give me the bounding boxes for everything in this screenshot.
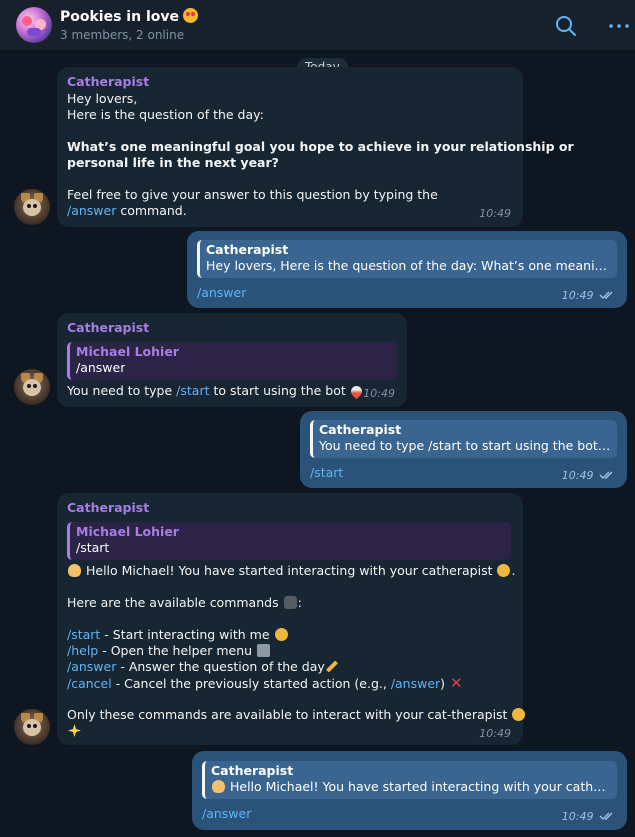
reply-quote[interactable]: Catherapist You need to type /start to s… <box>310 420 617 458</box>
search-icon[interactable] <box>554 14 578 38</box>
quote-sender-name: Catherapist <box>206 242 289 257</box>
message-bubble-incoming[interactable]: Catherapist Michael Lohier /start Hello … <box>57 493 526 745</box>
cross-mark-icon: ✕ <box>450 674 463 692</box>
message-bubble-incoming[interactable]: Catherapist Hey lovers, Here is the ques… <box>57 67 574 227</box>
sender-name[interactable]: Catherapist <box>67 500 149 516</box>
quote-text: /start <box>76 540 110 555</box>
message-text <box>67 723 82 739</box>
group-title-text: Pookies in love <box>60 9 179 25</box>
command-item: /answer - Answer the question of the day <box>67 659 338 675</box>
message-time: 10:49 <box>479 207 511 220</box>
quote-sender-name: Catherapist <box>211 763 294 778</box>
double-check-icon <box>599 291 613 299</box>
commands-intro-text: Here are the available commands : <box>67 595 302 610</box>
bot-avatar[interactable] <box>14 189 50 225</box>
message-bubble-outgoing[interactable]: Catherapist You need to type /start to s… <box>300 411 627 488</box>
message-time: 10:49 <box>363 387 395 400</box>
message-text: Feel free to give your answer to this qu… <box>67 187 438 202</box>
command-link[interactable]: /answer <box>391 676 440 691</box>
footer-text: Only these commands are available to int… <box>67 707 526 723</box>
command-link[interactable]: /start <box>67 627 100 642</box>
message-text-bold: What’s one meaningful goal you hope to a… <box>67 139 574 154</box>
sparkles-icon <box>68 724 81 737</box>
quote-sender-name: Michael Lohier <box>76 344 179 359</box>
double-check-icon <box>599 812 613 820</box>
cat-face-icon <box>497 564 511 577</box>
sender-name[interactable]: Catherapist <box>67 74 149 90</box>
reply-quote[interactable]: Catherapist Hello Michael! You have star… <box>202 761 617 799</box>
message-bubble-incoming[interactable]: Catherapist Michael Lohier /answer You n… <box>57 313 407 407</box>
message-time: 10:49 <box>562 288 615 304</box>
quote-text: Hello Michael! You have started interact… <box>211 779 611 795</box>
smiling-cat-icon <box>274 628 288 641</box>
bot-avatar[interactable] <box>14 709 50 745</box>
command-item: /start - Start interacting with me <box>67 627 289 643</box>
plug-icon <box>283 596 297 609</box>
waving-hand-icon <box>68 564 81 577</box>
message-time: 10:49 <box>479 727 511 740</box>
quote-text: Hey lovers, Here is the question of the … <box>206 258 611 273</box>
quote-text: /answer <box>76 360 126 375</box>
group-avatar[interactable] <box>16 7 52 43</box>
reply-quote[interactable]: Michael Lohier /start <box>67 522 511 560</box>
message-time: 10:49 <box>562 468 615 484</box>
quote-sender-name: Michael Lohier <box>76 524 179 539</box>
tools-icon <box>257 644 271 657</box>
reply-quote[interactable]: Catherapist Hey lovers, Here is the ques… <box>197 240 617 278</box>
command-link[interactable]: /start <box>176 383 209 398</box>
message-text: Here is the question of the day: <box>67 107 264 122</box>
message-text: /answer command. <box>67 203 187 218</box>
double-check-icon <box>599 471 613 479</box>
message-bubble-outgoing[interactable]: Catherapist Hey lovers, Here is the ques… <box>187 231 627 308</box>
command-link[interactable]: /answer <box>67 203 116 218</box>
group-title[interactable]: Pookies in love <box>60 8 198 25</box>
waving-hand-icon <box>212 780 225 793</box>
greeting-text: Hello Michael! You have started interact… <box>67 563 515 579</box>
sender-name[interactable]: Catherapist <box>67 320 149 336</box>
command-link[interactable]: /answer <box>202 806 251 822</box>
reply-quote[interactable]: Michael Lohier /answer <box>67 342 397 380</box>
group-member-status: 3 members, 2 online <box>60 28 185 42</box>
command-link[interactable]: /answer <box>67 659 116 674</box>
rocket-icon <box>348 383 365 400</box>
chat-header: Pookies in love 3 members, 2 online <box>0 0 635 51</box>
message-text-bold: personal life in the next year? <box>67 155 279 170</box>
command-link[interactable]: /start <box>310 465 343 481</box>
message-time: 10:49 <box>562 809 615 825</box>
smiling-face-with-heart-eyes-icon <box>183 8 198 23</box>
command-link[interactable]: /cancel <box>67 676 112 691</box>
quote-sender-name: Catherapist <box>319 422 402 437</box>
more-options-icon[interactable] <box>607 14 631 38</box>
message-text: Hey lovers, <box>67 91 138 106</box>
message-text: You need to type /start to start using t… <box>67 383 365 400</box>
pencil-icon <box>325 660 338 673</box>
command-item: /help - Open the helper menu <box>67 643 271 659</box>
cat-face-icon <box>512 708 526 721</box>
message-bubble-outgoing[interactable]: Catherapist Hello Michael! You have star… <box>192 751 627 830</box>
quote-text: You need to type /start to start using t… <box>319 438 614 454</box>
bot-avatar[interactable] <box>14 369 50 405</box>
command-link[interactable]: /help <box>67 643 98 658</box>
command-item: /cancel - Cancel the previously started … <box>67 674 463 692</box>
command-link[interactable]: /answer <box>197 285 246 301</box>
